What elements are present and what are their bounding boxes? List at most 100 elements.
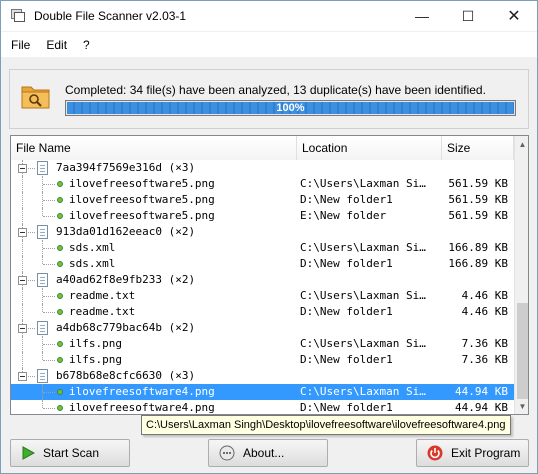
file-status-icon xyxy=(57,405,63,411)
duplicate-group-row[interactable]: a4db68c779bac64b (×2) xyxy=(11,320,514,336)
tree-line xyxy=(43,216,55,217)
file-name: ilovefreesoftware5.png xyxy=(69,209,215,222)
progress-label: 100% xyxy=(276,102,305,114)
file-row[interactable]: ilovefreesoftware4.png D:\New folder1 44.9… xyxy=(11,400,514,414)
duplicate-group-row[interactable]: 913da01d162eeac0 (×2) xyxy=(11,224,514,240)
minimize-button[interactable]: — xyxy=(399,1,445,31)
tree-line xyxy=(43,296,55,297)
group-hash: a4db68c779bac64b (×2) xyxy=(56,321,196,334)
about-button[interactable]: About... xyxy=(208,439,328,467)
group-hash: 7aa394f7569e316d (×3) xyxy=(56,161,196,174)
tree-line xyxy=(22,192,23,208)
menu-help[interactable]: ? xyxy=(77,38,96,52)
duplicates-tree[interactable]: File Name Location Size 7aa394f7569e316d… xyxy=(10,135,529,415)
file-row[interactable]: sds.xml C:\Users\Laxman Si… 166.89 KB xyxy=(11,240,514,256)
collapse-toggle-icon[interactable] xyxy=(18,276,27,285)
file-location: C:\Users\Laxman Si… xyxy=(300,241,426,254)
tree-line xyxy=(22,304,23,320)
tree-line xyxy=(43,392,55,393)
file-row[interactable]: readme.txt C:\Users\Laxman Si… 4.46 KB xyxy=(11,288,514,304)
tree-line xyxy=(43,184,55,185)
app-icon xyxy=(10,9,26,23)
file-size: 561.59 KB xyxy=(448,177,508,190)
group-hash: b678b68e8cfc6630 (×3) xyxy=(56,369,196,382)
duplicate-group-row[interactable]: 7aa394f7569e316d (×3) xyxy=(11,160,514,176)
file-status-icon xyxy=(57,341,63,347)
exit-program-button[interactable]: Exit Program xyxy=(416,439,529,467)
duplicate-group-row[interactable]: b678b68e8cfc6630 (×3) xyxy=(11,368,514,384)
file-row[interactable]: ilfs.png D:\New folder1 7.36 KB xyxy=(11,352,514,368)
file-row[interactable]: ilovefreesoftware5.png E:\New folder 561.5… xyxy=(11,208,514,224)
folder-search-icon xyxy=(21,81,51,111)
file-location: D:\New folder1 xyxy=(300,257,393,270)
file-row[interactable]: ilovefreesoftware5.png C:\Users\Laxman Si… xyxy=(11,176,514,192)
scroll-down-icon[interactable]: ▼ xyxy=(515,398,528,414)
file-status-icon xyxy=(57,245,63,251)
duplicate-group-row[interactable]: a40ad62f8e9fb233 (×2) xyxy=(11,272,514,288)
file-name: ilovefreesoftware4.png xyxy=(69,385,215,398)
window-title: Double File Scanner v2.03-1 xyxy=(34,9,187,23)
progress-bar: 100% xyxy=(65,100,516,116)
close-button[interactable]: ✕ xyxy=(491,1,537,31)
scroll-up-icon[interactable]: ▲ xyxy=(515,136,528,152)
status-message: Completed: 34 file(s) have been analyzed… xyxy=(65,83,486,97)
collapse-toggle-icon[interactable] xyxy=(18,164,27,173)
app-window: Double File Scanner v2.03-1 — ☐ ✕ File E… xyxy=(0,0,538,474)
file-location: C:\Users\Laxman Si… xyxy=(300,385,426,398)
file-row[interactable]: ilfs.png C:\Users\Laxman Si… 7.36 KB xyxy=(11,336,514,352)
tree-line xyxy=(22,256,23,272)
collapse-toggle-icon[interactable] xyxy=(18,228,27,237)
file-name: ilovefreesoftware5.png xyxy=(69,193,215,206)
exit-program-label: Exit Program xyxy=(451,446,521,460)
menu-bar: File Edit ? xyxy=(1,32,537,57)
menu-file[interactable]: File xyxy=(5,38,36,52)
file-status-icon xyxy=(57,261,63,267)
file-size: 7.36 KB xyxy=(461,353,508,366)
file-size: 561.59 KB xyxy=(448,193,508,206)
document-icon xyxy=(37,321,48,335)
file-row[interactable]: ilovefreesoftware5.png D:\New folder1 561.… xyxy=(11,192,514,208)
tree-line xyxy=(43,408,55,409)
vertical-scrollbar[interactable]: ▲ ▼ xyxy=(514,136,528,414)
column-header-file-name[interactable]: File Name xyxy=(11,136,297,160)
about-label: About... xyxy=(243,446,285,460)
file-location: D:\New folder1 xyxy=(300,401,393,414)
file-status-icon xyxy=(57,389,63,395)
tree-line xyxy=(42,352,43,360)
tree-line xyxy=(42,400,43,408)
column-header-location[interactable]: Location xyxy=(297,136,442,160)
tree-line xyxy=(42,208,43,216)
start-scan-button[interactable]: Start Scan xyxy=(10,439,130,467)
path-tooltip: C:\Users\Laxman Singh\Desktop\ilovefrees… xyxy=(141,415,511,435)
maximize-button[interactable]: ☐ xyxy=(445,1,491,31)
file-row[interactable]: readme.txt D:\New folder1 4.46 KB xyxy=(11,304,514,320)
tree-rows: 7aa394f7569e316d (×3) ilovefreesoftware5.… xyxy=(11,160,514,414)
file-row[interactable]: ilovefreesoftware4.png C:\Users\Laxman Si… xyxy=(11,384,514,400)
file-status-icon xyxy=(57,357,63,363)
file-row[interactable]: sds.xml D:\New folder1 166.89 KB xyxy=(11,256,514,272)
file-size: 44.94 KB xyxy=(455,385,508,398)
tree-line xyxy=(43,200,55,201)
tree-line xyxy=(43,264,55,265)
tree-line xyxy=(22,240,23,256)
tree-line xyxy=(42,256,43,264)
title-bar[interactable]: Double File Scanner v2.03-1 — ☐ ✕ xyxy=(1,1,537,31)
scroll-thumb[interactable] xyxy=(517,303,528,399)
menu-edit[interactable]: Edit xyxy=(40,38,73,52)
collapse-toggle-icon[interactable] xyxy=(18,372,27,381)
collapse-toggle-icon[interactable] xyxy=(18,324,27,333)
tree-line xyxy=(22,336,23,352)
file-status-icon xyxy=(57,197,63,203)
file-size: 4.46 KB xyxy=(461,289,508,302)
file-location: C:\Users\Laxman Si… xyxy=(300,337,426,350)
file-name: readme.txt xyxy=(69,305,136,318)
file-size: 4.46 KB xyxy=(461,305,508,318)
file-location: E:\New folder xyxy=(300,209,387,222)
document-icon xyxy=(37,369,48,383)
document-icon xyxy=(37,225,48,239)
tree-line xyxy=(43,312,55,313)
file-location: D:\New folder1 xyxy=(300,305,393,318)
file-location: D:\New folder1 xyxy=(300,193,393,206)
tree-line xyxy=(22,288,23,304)
column-header-size[interactable]: Size xyxy=(442,136,514,160)
